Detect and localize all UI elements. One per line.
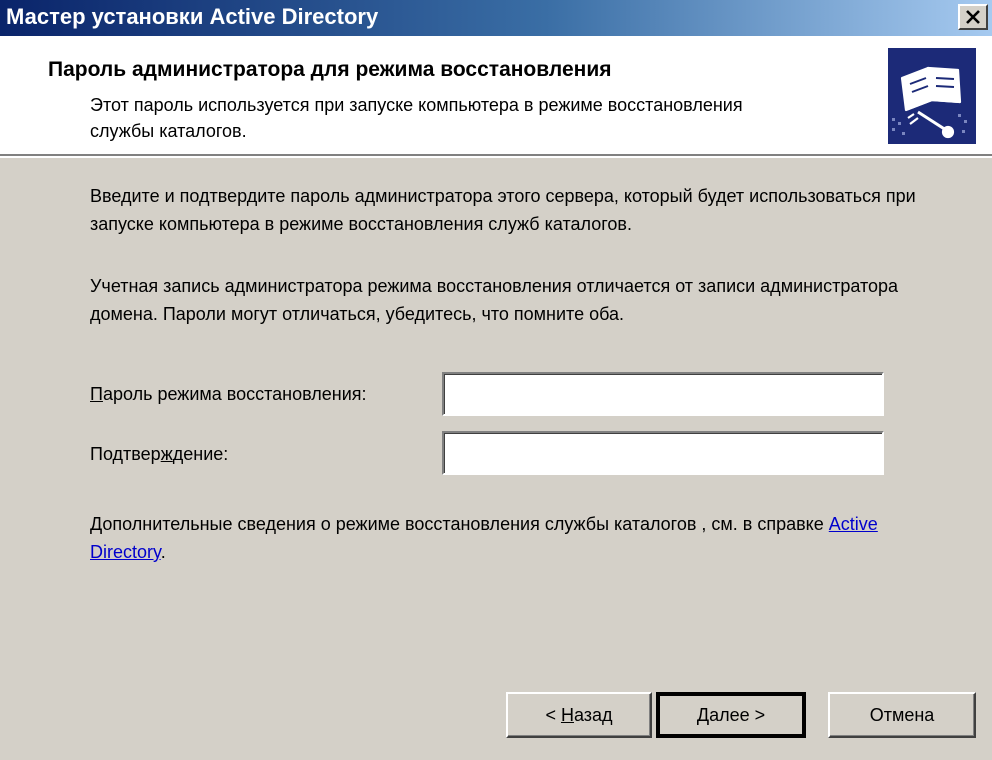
window-title: Мастер установки Active Directory xyxy=(6,4,379,29)
password-label-rest: ароль режима восстановления: xyxy=(102,384,367,404)
next-label: алее xyxy=(709,704,750,725)
close-icon xyxy=(966,10,980,24)
instruction-text: Введите и подтвердите пароль администрат… xyxy=(90,186,916,234)
more-info-end: . xyxy=(160,542,166,562)
more-info-prefix: Дополнительные сведения о режиме восстан… xyxy=(90,514,829,534)
back-label: азад xyxy=(573,704,613,725)
next-accesskey: Д xyxy=(696,704,710,725)
password-label-accesskey: П xyxy=(90,384,103,404)
page-title: Пароль администратора для режима восстан… xyxy=(48,58,612,81)
back-arrow: < xyxy=(545,704,556,725)
password-label: Пароль режима восстановления: xyxy=(90,384,367,405)
close-button[interactable] xyxy=(958,4,988,30)
next-button[interactable]: Далее > xyxy=(656,692,806,738)
confirm-label-prefix: Подтвер xyxy=(90,444,161,464)
next-arrow: > xyxy=(754,704,766,725)
cancel-button[interactable]: Отмена xyxy=(828,692,976,738)
confirm-label-rest: дение: xyxy=(172,444,229,464)
confirm-password-input[interactable] xyxy=(442,431,884,475)
wizard-book-icon xyxy=(888,48,976,144)
page-subtitle: Этот пароль используется при запуске ком… xyxy=(90,95,743,141)
restore-password-input[interactable] xyxy=(442,372,884,416)
back-button[interactable]: < Назад xyxy=(506,692,652,738)
account-note-text: Учетная запись администратора режима вос… xyxy=(90,276,899,324)
more-info-text: Дополнительные сведения о режиме восстан… xyxy=(90,510,920,566)
back-accesskey: Н xyxy=(560,704,574,725)
confirm-label-accesskey: ж xyxy=(160,444,173,464)
title-bar[interactable]: Мастер установки Active Directory xyxy=(0,0,992,36)
wizard-header: Пароль администратора для режима восстан… xyxy=(0,36,992,158)
confirm-label: Подтверждение: xyxy=(90,444,228,465)
wizard-window: Мастер установки Active Directory Пароль… xyxy=(0,0,992,760)
